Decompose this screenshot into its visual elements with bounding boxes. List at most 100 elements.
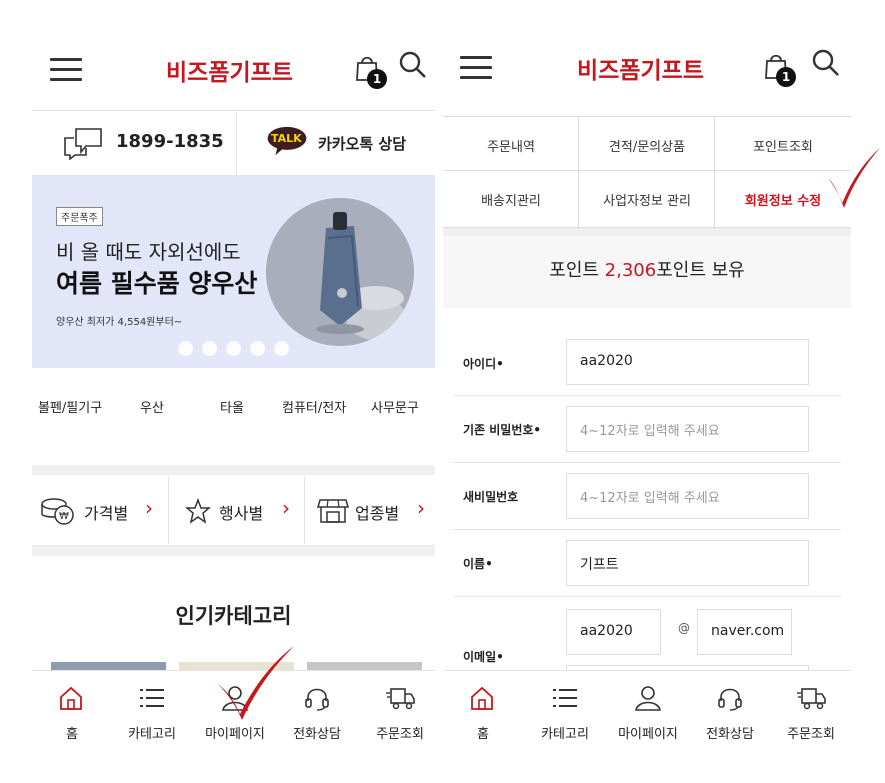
header: 비즈폼기프트 1 (443, 30, 851, 110)
kakao-talk-button[interactable]: TALK 카카오톡 상담 (237, 111, 435, 175)
tab-shipping[interactable]: 배송지관리 (443, 190, 579, 209)
carousel-dots[interactable] (178, 341, 298, 360)
store-icon (317, 499, 349, 523)
chevron-right-icon: › (417, 496, 425, 520)
menu-icon[interactable] (460, 56, 492, 80)
cart-count-badge: 1 (776, 67, 796, 87)
nav-order-label: 주문조회 (787, 727, 835, 742)
name-label: 이름• (463, 557, 493, 571)
coin-icon: ₩ (41, 498, 74, 525)
tab-quote-inquiry[interactable]: 견적/문의상품 (579, 136, 715, 155)
tab-order-history[interactable]: 주문내역 (443, 136, 579, 155)
filter-price[interactable]: ₩ 가격별 › (32, 476, 168, 544)
form-row-name: 이름• 기프트 (453, 530, 841, 597)
filter-row: ₩ 가격별 › 행사별 › 업종별 › (32, 476, 435, 546)
filter-event[interactable]: 행사별 › (169, 476, 304, 544)
banner-tag: 주문폭주 (56, 207, 103, 226)
nav-phone-label: 전화상담 (293, 727, 341, 742)
category-row: 볼펜/필기구 우산 타올 컴퓨터/전자 사무문구 (32, 392, 435, 422)
category-item[interactable]: 우산 (140, 397, 164, 416)
banner-title: 여름 필수품 양우산 (56, 269, 258, 298)
email-domain-field[interactable]: naver.com (697, 609, 792, 655)
cart-count-badge: 1 (367, 69, 387, 89)
category-item[interactable]: 사무문구 (371, 397, 419, 416)
nav-phone-label: 전화상담 (706, 727, 754, 742)
delivery-truck-icon (386, 688, 415, 710)
email-at-sign: @ (678, 621, 690, 635)
contact-bar: 1899-1835 TALK 카카오톡 상담 (32, 110, 435, 176)
form-row-new-password: 새비밀번호 4~12자로 입력해 주세요 (453, 463, 841, 530)
nav-mypage[interactable]: 마이페이지 (608, 671, 688, 750)
logo[interactable]: 비즈폼기프트 (166, 53, 293, 87)
points-prefix: 포인트 (549, 260, 605, 281)
nav-order[interactable]: 주문조회 (771, 671, 851, 750)
banner-price: 양우산 최저가 4,554원부터~ (56, 317, 183, 328)
id-field[interactable]: aa2020 (566, 339, 809, 385)
category-item[interactable]: 컴퓨터/전자 (282, 397, 346, 416)
search-icon[interactable] (398, 50, 428, 80)
current-password-field[interactable]: 4~12자로 입력해 주세요 (566, 406, 809, 452)
nav-home-label: 홈 (66, 727, 78, 742)
list-icon (140, 689, 164, 707)
home-icon (471, 686, 493, 710)
umbrella-image (266, 198, 414, 346)
promo-banner[interactable]: 주문폭주 비 올 때도 자외선에도 여름 필수품 양우산 양우산 최저가 4,5… (32, 176, 435, 368)
chat-bubble-icon (64, 128, 102, 160)
home-icon (60, 686, 82, 710)
email-label: 이메일• (463, 650, 504, 664)
mypage-tabs: 주문내역 견적/문의상품 포인트조회 배송지관리 사업자정보 관리 회원정보 수… (443, 116, 851, 228)
filter-price-label: 가격별 (84, 504, 129, 523)
bottom-nav: 홈 카테고리 마이페이지 전화상담 주문조회 (443, 670, 851, 750)
kakao-talk-label: 카카오톡 상담 (318, 135, 407, 153)
points-summary: 포인트 2,306포인트 보유 (443, 228, 851, 308)
phone-number: 1899-1835 (116, 131, 224, 152)
new-password-field[interactable]: 4~12자로 입력해 주세요 (566, 473, 809, 519)
checkmark-annotation (828, 148, 880, 208)
nav-category-label: 카테고리 (128, 727, 176, 742)
nav-category-label: 카테고리 (541, 727, 589, 742)
nav-order[interactable]: 주문조회 (360, 671, 435, 750)
delivery-truck-icon (797, 688, 826, 710)
nav-category[interactable]: 카테고리 (112, 671, 192, 750)
cart-icon[interactable]: 1 (354, 54, 387, 89)
user-icon (635, 686, 661, 711)
form-row-id: 아이디• aa2020 (453, 330, 841, 396)
nav-order-label: 주문조회 (376, 727, 424, 742)
search-icon[interactable] (811, 48, 841, 78)
form-row-current-password: 기존 비밀번호• 4~12자로 입력해 주세요 (453, 396, 841, 463)
new-password-label: 새비밀번호 (463, 490, 519, 504)
nav-home-label: 홈 (477, 727, 489, 742)
checkmark-annotation (218, 646, 294, 720)
filter-industry-label: 업종별 (355, 504, 400, 523)
mypage-screen: 비즈폼기프트 1 주문내역 견적/문의상품 포인트조회 배송지관리 사업자정보 … (443, 30, 851, 750)
cart-icon[interactable]: 1 (763, 52, 796, 87)
star-icon (185, 498, 211, 524)
points-suffix: 포인트 보유 (656, 260, 745, 281)
banner-subtitle: 비 올 때도 자외선에도 (56, 240, 241, 264)
tab-business-info[interactable]: 사업자정보 관리 (579, 190, 715, 209)
nav-home[interactable]: 홈 (443, 671, 523, 750)
points-value: 2,306 (604, 260, 657, 281)
category-item[interactable]: 볼펜/필기구 (38, 397, 102, 416)
nav-home[interactable]: 홈 (32, 671, 112, 750)
phone-call-button[interactable]: 1899-1835 (32, 111, 236, 175)
id-label: 아이디• (463, 357, 504, 371)
chevron-right-icon: › (145, 496, 153, 520)
nav-category[interactable]: 카테고리 (525, 671, 605, 750)
nav-phone[interactable]: 전화상담 (690, 671, 770, 750)
logo[interactable]: 비즈폼기프트 (577, 51, 704, 85)
nav-mypage-label: 마이페이지 (618, 727, 678, 742)
filter-industry[interactable]: 업종별 › (305, 476, 435, 544)
menu-icon[interactable] (50, 58, 82, 82)
svg-text:₩: ₩ (59, 511, 69, 522)
name-field[interactable]: 기프트 (566, 540, 809, 586)
headset-icon (718, 688, 742, 711)
headset-icon (305, 688, 329, 711)
list-icon (553, 689, 577, 707)
email-user-field[interactable]: aa2020 (566, 609, 661, 655)
header: 비즈폼기프트 1 (32, 30, 435, 110)
filter-event-label: 행사별 (219, 504, 264, 523)
kakao-talk-badge: TALK (271, 132, 302, 145)
popular-category-title: 인기카테고리 (175, 604, 292, 628)
category-item[interactable]: 타올 (220, 397, 244, 416)
